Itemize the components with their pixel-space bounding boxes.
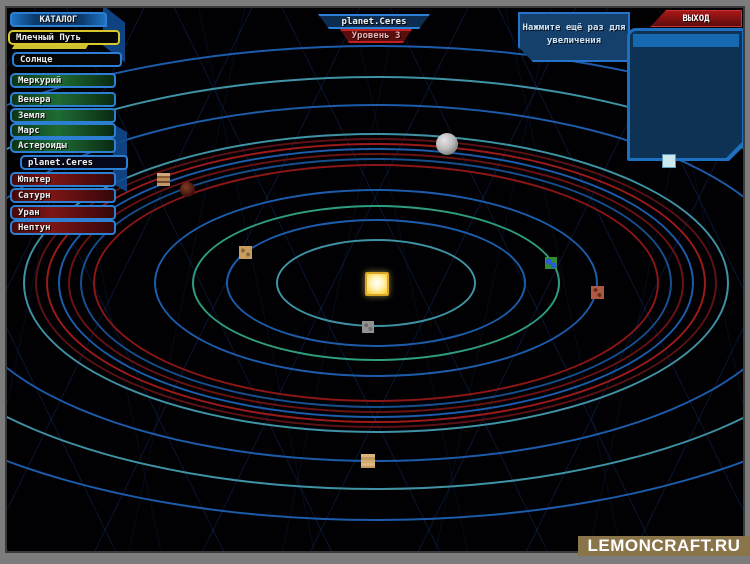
sidebar-item-label: Сатурн: [18, 191, 51, 201]
sidebar-item-sun[interactable]: Солнце: [12, 52, 122, 67]
preview-panel-header: [633, 34, 739, 47]
sidebar-item-mercury[interactable]: Меркурий: [10, 73, 116, 88]
preview-panel: [627, 28, 743, 161]
sidebar-item-label: Солнце: [20, 55, 53, 65]
selected-body-banner: planet.Ceres: [318, 14, 430, 29]
zoom-hint-box: Нажмите ещё раз для увеличения: [518, 12, 630, 62]
tier-label: Уровень 3: [352, 31, 401, 41]
sidebar-item-uranus[interactable]: Уран: [10, 205, 116, 220]
sidebar-item-label: Уран: [18, 208, 40, 218]
sidebar-item-label: Млечный Путь: [16, 33, 81, 43]
sidebar-item-milky-way[interactable]: Млечный Путь: [8, 30, 120, 45]
tier-banner: Уровень 3: [340, 29, 412, 43]
exit-button[interactable]: ВЫХОД: [650, 10, 742, 27]
body-earth[interactable]: [545, 257, 557, 269]
sidebar-item-label: Меркурий: [18, 76, 61, 86]
sidebar-item-label: Земля: [18, 111, 45, 121]
sidebar-item-asteroids[interactable]: Астероиды: [10, 138, 116, 153]
watermark-text: LEMONCRAFT.RU: [588, 536, 741, 556]
sidebar-item-earth[interactable]: Земля: [10, 108, 116, 123]
zoom-hint-line2: увеличения: [520, 35, 628, 48]
sidebar-header-label: КАТАЛОГ: [40, 15, 78, 25]
body-venus[interactable]: [239, 246, 252, 259]
sidebar-item-mars[interactable]: Марс: [10, 123, 116, 138]
sidebar-item-label: Юпитер: [18, 175, 51, 185]
sidebar-item-label: Венера: [18, 95, 51, 105]
sidebar-item-label: Марс: [18, 126, 40, 136]
sidebar-item-label: planet.Ceres: [28, 158, 93, 168]
body-mercury[interactable]: [362, 321, 374, 333]
sidebar-header: КАТАЛОГ: [10, 12, 107, 27]
body-sun[interactable]: [365, 272, 389, 296]
exit-button-label: ВЫХОД: [682, 14, 709, 24]
watermark-banner: LEMONCRAFT.RU: [578, 536, 750, 556]
selected-body-label: planet.Ceres: [341, 17, 406, 27]
preview-scroll-handle[interactable]: [662, 154, 676, 168]
sidebar-item-label: Нептун: [18, 223, 51, 233]
sidebar-item-neptune[interactable]: Нептун: [10, 220, 116, 235]
celestial-map-stage[interactable]: КАТАЛОГ Млечный Путь Солнце Меркурий Венера…: [7, 8, 743, 551]
zoom-hint-line1: Нажмите ещё раз для: [520, 22, 628, 35]
body-ceres-selected[interactable]: [436, 133, 458, 155]
body-mars[interactable]: [591, 286, 604, 299]
sidebar-item-saturn[interactable]: Сатурн: [10, 188, 116, 203]
body-saturn[interactable]: [361, 454, 375, 468]
sidebar-item-jupiter[interactable]: Юпитер: [10, 172, 116, 187]
game-window-frame: КАТАЛОГ Млечный Путь Солнце Меркурий Венера…: [0, 0, 750, 564]
body-asteroid-dark[interactable]: [180, 182, 195, 197]
body-jupiter[interactable]: [157, 173, 170, 186]
sidebar-item-venus[interactable]: Венера: [10, 92, 116, 107]
sidebar-item-ceres[interactable]: planet.Ceres: [20, 155, 128, 170]
sidebar-item-label: Астероиды: [18, 141, 67, 151]
selection-underline: [12, 45, 88, 49]
